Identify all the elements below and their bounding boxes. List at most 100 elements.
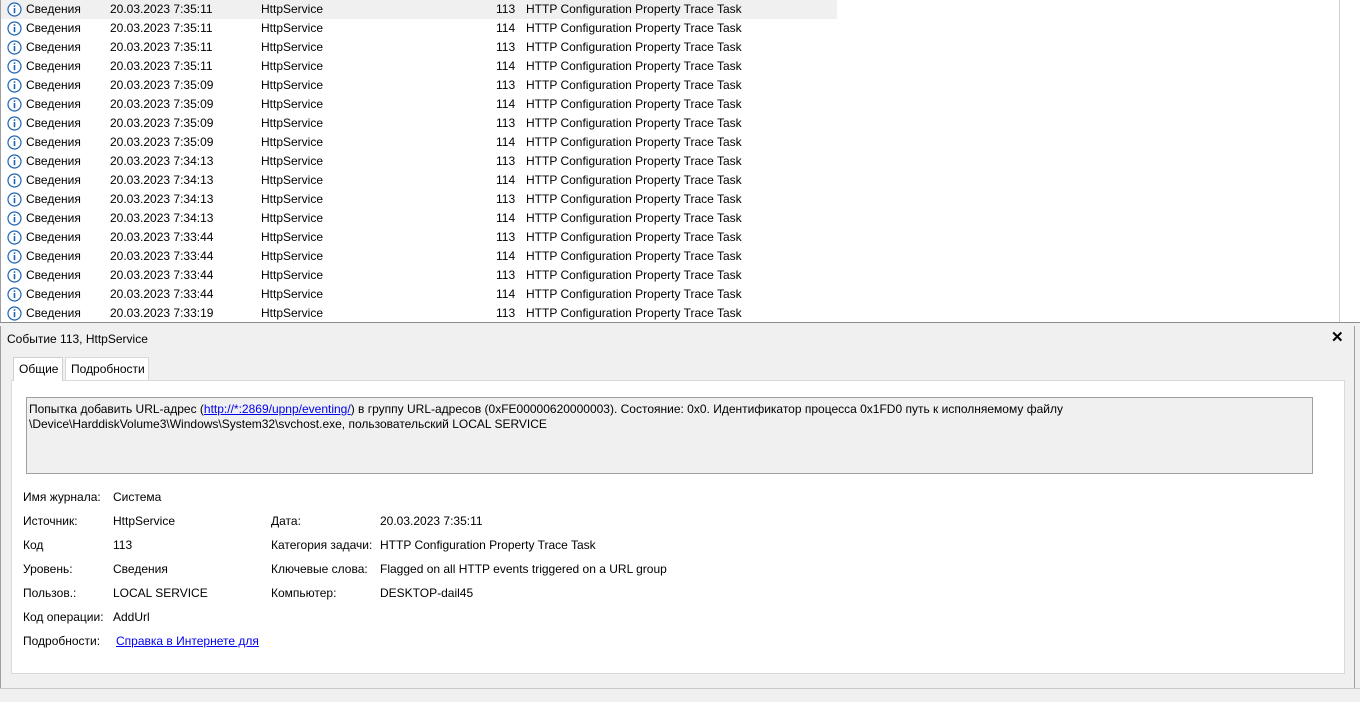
event-level: Сведения	[26, 116, 81, 130]
event-code: 114	[496, 287, 516, 301]
event-code: 114	[496, 173, 516, 187]
event-code: 114	[496, 59, 516, 73]
info-icon	[7, 173, 22, 188]
event-row[interactable]: Сведения 20.03.2023 7:33:44 HttpService 113…	[1, 228, 1339, 247]
source-value: HttpService	[113, 514, 176, 528]
event-source: HttpService	[261, 21, 324, 35]
log-name-value: Система	[113, 490, 162, 504]
info-icon	[7, 78, 22, 93]
keywords-label: Ключевые слова:	[271, 562, 368, 576]
event-source: HttpService	[261, 78, 324, 92]
event-row[interactable]: Сведения 20.03.2023 7:35:11 HttpService 114…	[1, 19, 1339, 38]
event-list[interactable]: Сведения 20.03.2023 7:35:11 HttpService 113…	[0, 0, 1360, 322]
event-row[interactable]: Сведения 20.03.2023 7:35:09 HttpService 113…	[1, 76, 1339, 95]
event-source: HttpService	[261, 173, 324, 187]
event-level: Сведения	[26, 97, 81, 111]
event-code: 113	[496, 154, 516, 168]
log-name-label: Имя журнала:	[23, 490, 101, 504]
code-label: Код	[23, 538, 44, 552]
event-category: HTTP Configuration Property Trace Task	[526, 154, 742, 168]
level-label: Уровень:	[23, 562, 73, 576]
level-value: Сведения	[113, 562, 168, 576]
event-code: 113	[496, 116, 516, 130]
tab-general-label: Общие	[19, 362, 59, 376]
event-level: Сведения	[26, 192, 81, 206]
event-source: HttpService	[261, 268, 324, 282]
event-datetime: 20.03.2023 7:33:44	[110, 249, 214, 263]
computer-value: DESKTOP-dail45	[380, 586, 474, 600]
task-category-value: HTTP Configuration Property Trace Task	[380, 538, 596, 552]
event-datetime: 20.03.2023 7:35:09	[110, 78, 214, 92]
info-icon	[7, 211, 22, 226]
event-level: Сведения	[26, 249, 81, 263]
event-category: HTTP Configuration Property Trace Task	[526, 59, 742, 73]
event-code: 114	[496, 135, 516, 149]
event-row[interactable]: Сведения 20.03.2023 7:35:09 HttpService 113…	[1, 114, 1339, 133]
list-scrollbar-edge	[1339, 0, 1340, 322]
event-datetime: 20.03.2023 7:35:09	[110, 135, 214, 149]
event-level: Сведения	[26, 287, 81, 301]
bottom-edge	[0, 688, 1360, 702]
source-label: Источник:	[23, 514, 78, 528]
info-icon	[7, 59, 22, 74]
user-value: LOCAL SERVICE	[113, 586, 208, 600]
online-help-link[interactable]: Справка в Интернете для	[116, 634, 259, 648]
event-row[interactable]: Сведения 20.03.2023 7:34:13 HttpService 114…	[1, 209, 1339, 228]
event-code: 113	[496, 268, 516, 282]
info-icon	[7, 230, 22, 245]
close-icon[interactable]: ✕	[1331, 330, 1344, 346]
event-row[interactable]: Сведения 20.03.2023 7:34:13 HttpService 114…	[1, 171, 1339, 190]
event-row[interactable]: Сведения 20.03.2023 7:35:09 HttpService 114…	[1, 133, 1339, 152]
event-code: 113	[496, 78, 516, 92]
more-info-label: Подробности:	[23, 634, 101, 648]
event-row[interactable]: Сведения 20.03.2023 7:35:11 HttpService 113…	[1, 0, 837, 19]
event-datetime: 20.03.2023 7:34:13	[110, 173, 214, 187]
event-datetime: 20.03.2023 7:33:44	[110, 287, 214, 301]
event-code: 114	[496, 211, 516, 225]
tab-general[interactable]: Общие	[13, 357, 63, 381]
event-row[interactable]: Сведения 20.03.2023 7:35:09 HttpService 114…	[1, 95, 1339, 114]
info-icon	[7, 268, 22, 283]
event-datetime: 20.03.2023 7:35:11	[110, 21, 213, 35]
event-category: HTTP Configuration Property Trace Task	[526, 40, 742, 54]
message-url-link[interactable]: http://*:2869/upnp/eventing/	[204, 402, 351, 416]
event-source: HttpService	[261, 40, 324, 54]
event-datetime: 20.03.2023 7:34:13	[110, 211, 214, 225]
event-level: Сведения	[26, 211, 81, 225]
info-icon	[7, 40, 22, 55]
event-datetime: 20.03.2023 7:35:11	[110, 2, 213, 16]
event-row[interactable]: Сведения 20.03.2023 7:33:44 HttpService 114…	[1, 285, 1339, 304]
event-rows: Сведения 20.03.2023 7:35:11 HttpService 113…	[1, 0, 1339, 322]
event-category: HTTP Configuration Property Trace Task	[526, 2, 742, 16]
event-level: Сведения	[26, 135, 81, 149]
computer-label: Компьютер:	[271, 586, 337, 600]
event-row[interactable]: Сведения 20.03.2023 7:34:13 HttpService 113…	[1, 152, 1339, 171]
event-row[interactable]: Сведения 20.03.2023 7:35:11 HttpService 113…	[1, 38, 1339, 57]
event-code: 114	[496, 21, 516, 35]
event-source: HttpService	[261, 230, 324, 244]
event-row[interactable]: Сведения 20.03.2023 7:34:13 HttpService 113…	[1, 190, 1339, 209]
detail-title: Событие 113, HttpService	[7, 332, 148, 346]
event-row[interactable]: Сведения 20.03.2023 7:33:19 HttpService 113…	[1, 304, 1339, 322]
event-source: HttpService	[261, 59, 324, 73]
event-message-box[interactable]: Попытка добавить URL-адрес (http://*:286…	[26, 397, 1313, 474]
event-row[interactable]: Сведения 20.03.2023 7:35:11 HttpService 114…	[1, 57, 1339, 76]
info-icon	[7, 287, 22, 302]
user-label: Пользов.:	[23, 586, 77, 600]
event-category: HTTP Configuration Property Trace Task	[526, 211, 742, 225]
message-text-start: Попытка добавить URL-адрес (	[29, 402, 204, 416]
info-icon	[7, 306, 22, 321]
event-row[interactable]: Сведения 20.03.2023 7:33:44 HttpService 113…	[1, 266, 1339, 285]
event-category: HTTP Configuration Property Trace Task	[526, 249, 742, 263]
event-level: Сведения	[26, 306, 81, 320]
event-datetime: 20.03.2023 7:34:13	[110, 154, 214, 168]
event-source: HttpService	[261, 154, 324, 168]
event-datetime: 20.03.2023 7:35:11	[110, 40, 213, 54]
event-datetime: 20.03.2023 7:35:09	[110, 116, 214, 130]
event-code: 113	[496, 2, 516, 16]
tab-details[interactable]: Подробности	[65, 357, 149, 380]
event-source: HttpService	[261, 2, 324, 16]
event-source: HttpService	[261, 306, 324, 320]
event-row[interactable]: Сведения 20.03.2023 7:33:44 HttpService 114…	[1, 247, 1339, 266]
event-category: HTTP Configuration Property Trace Task	[526, 135, 742, 149]
